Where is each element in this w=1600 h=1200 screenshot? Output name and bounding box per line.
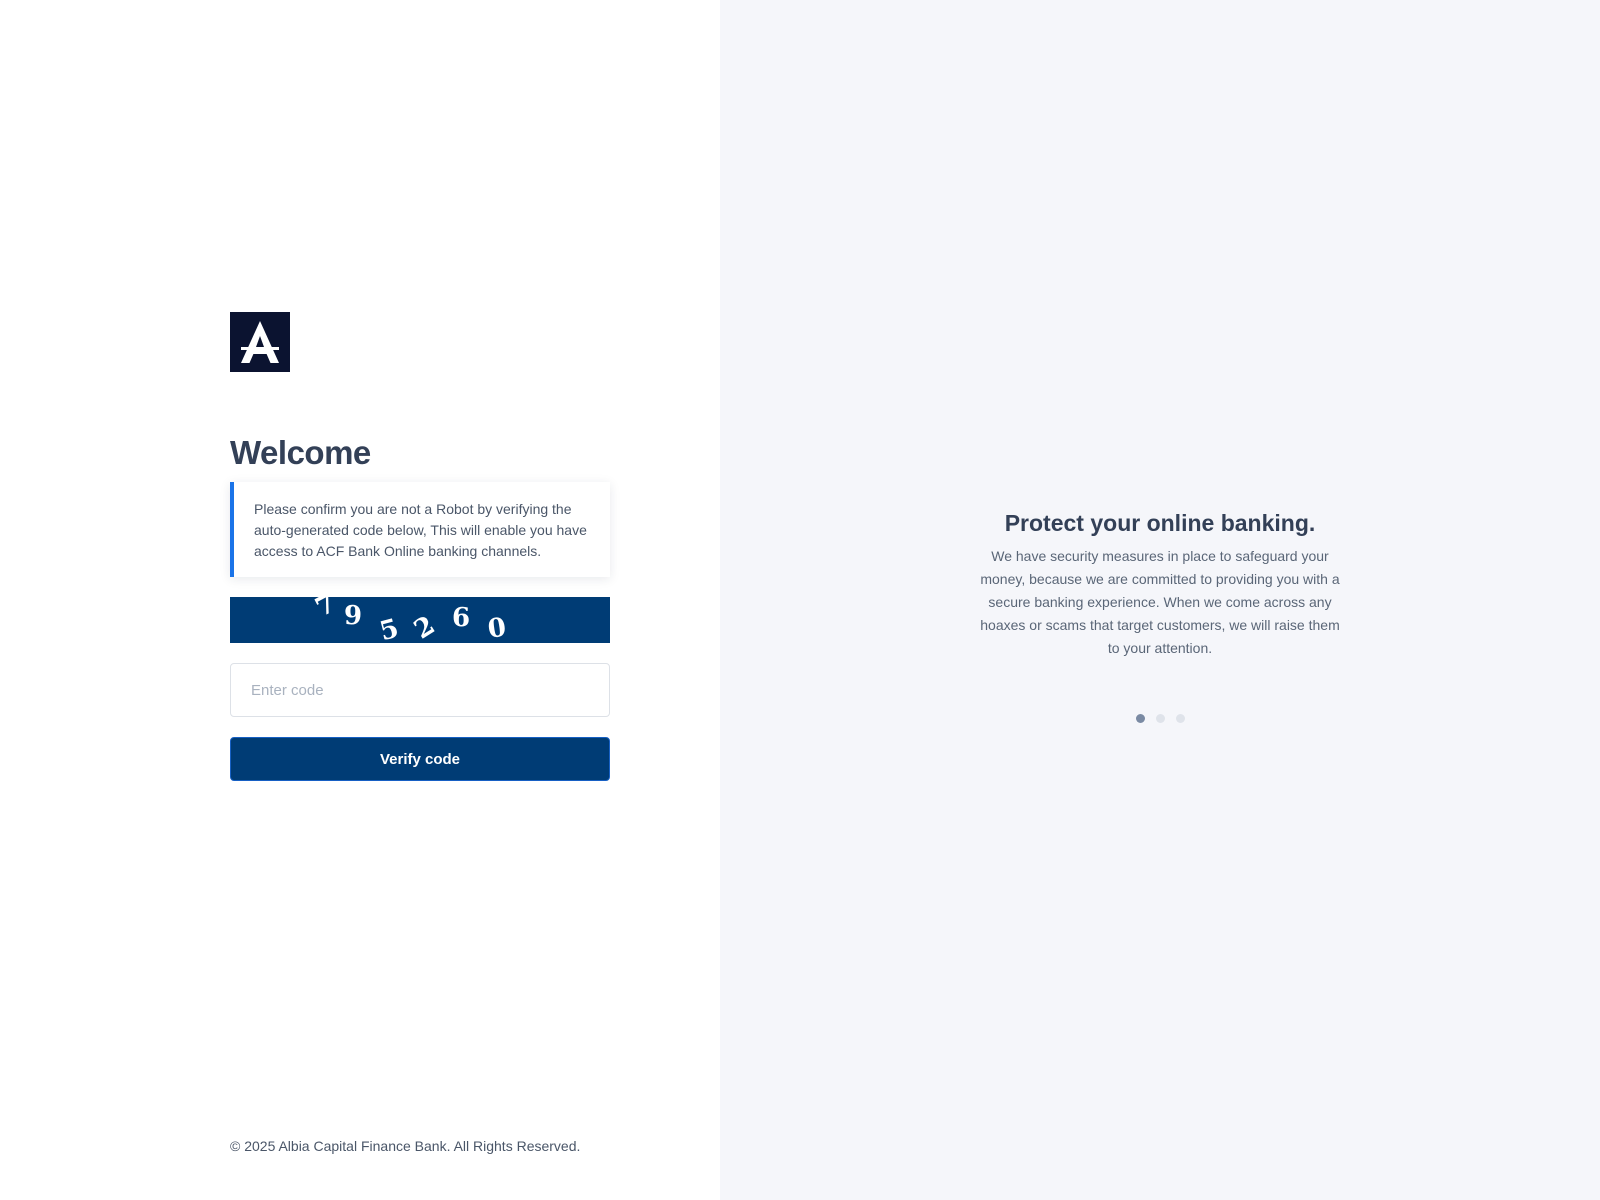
- captcha-digit: 6: [452, 603, 470, 633]
- promo-slide: Protect your online banking. We have sec…: [975, 510, 1345, 660]
- captcha-notice: Please confirm you are not a Robot by ve…: [230, 482, 610, 577]
- captcha-digit: 7: [311, 597, 341, 623]
- captcha-digit: 5: [377, 614, 402, 643]
- captcha-notice-text: Please confirm you are not a Robot by ve…: [254, 501, 587, 559]
- copyright-footer: © 2025 Albia Capital Finance Bank. All R…: [230, 1138, 581, 1154]
- carousel-dot-2[interactable]: [1156, 714, 1165, 723]
- bank-logo: [230, 312, 290, 372]
- carousel-dot-1[interactable]: [1136, 714, 1145, 723]
- page-title: Welcome: [230, 434, 371, 471]
- verify-code-button[interactable]: Verify code: [230, 737, 610, 781]
- promo-title: Protect your online banking.: [1004, 510, 1316, 536]
- captcha-digit: 0: [486, 613, 508, 643]
- captcha-image: 7 9 5 2 6 0: [230, 597, 610, 643]
- carousel-indicators: [1136, 714, 1185, 723]
- captcha-code-input[interactable]: [230, 663, 610, 717]
- promo-text: We have security measures in place to sa…: [980, 548, 1340, 656]
- promo-panel: Protect your online banking. We have sec…: [720, 0, 1600, 1200]
- login-panel: Welcome Please confirm you are not a Rob…: [0, 0, 720, 1200]
- captcha-code-svg: 7 9 5 2 6 0: [311, 597, 508, 643]
- login-page: Welcome Please confirm you are not a Rob…: [0, 0, 1600, 1200]
- captcha-digit: 2: [409, 610, 440, 643]
- captcha-digit: 9: [344, 601, 362, 631]
- carousel-dot-3[interactable]: [1176, 714, 1185, 723]
- logo-a-icon: [241, 321, 279, 363]
